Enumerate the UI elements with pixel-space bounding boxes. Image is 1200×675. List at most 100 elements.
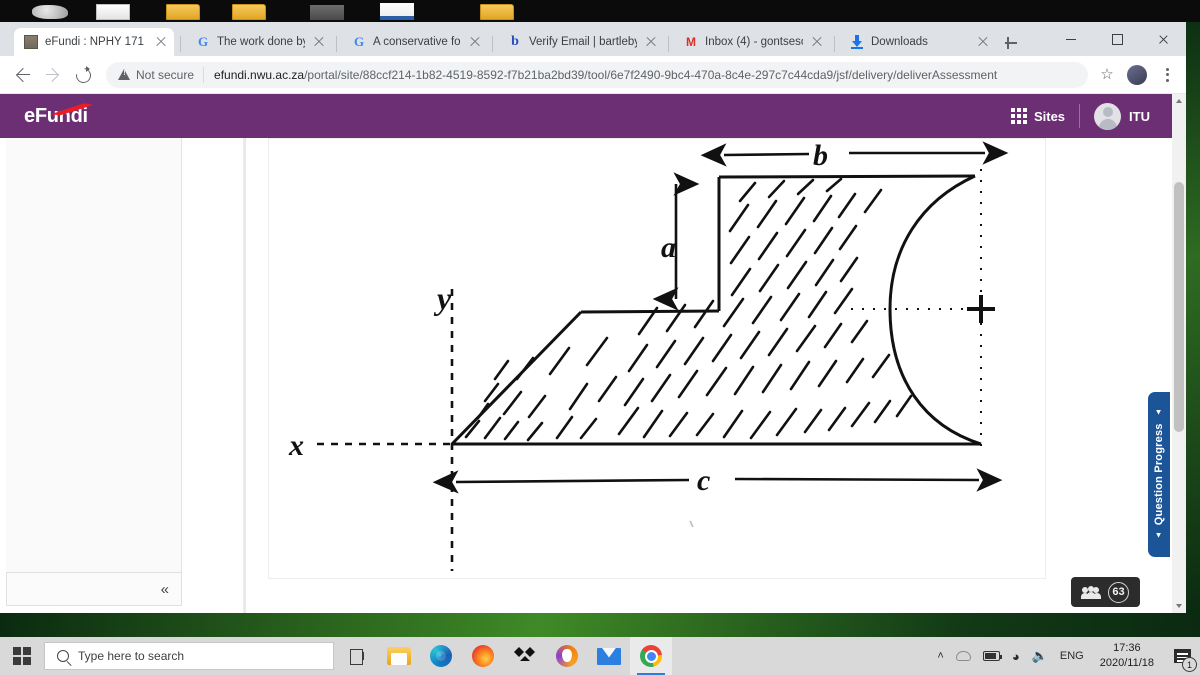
firefox-icon[interactable]: [462, 637, 504, 675]
close-window-button[interactable]: [1140, 22, 1186, 56]
task-view-icon[interactable]: [334, 637, 378, 675]
browser-tab-downloads[interactable]: Downloads: [840, 28, 996, 56]
sites-button[interactable]: Sites: [997, 108, 1079, 124]
bartleby-favicon: b: [511, 34, 519, 49]
onedrive-icon[interactable]: [950, 637, 977, 675]
star-glyph: ☆: [1100, 65, 1114, 83]
header-right-group: Sites ITU: [997, 102, 1160, 130]
cross-section-diagram: x y a b c: [288, 139, 1009, 571]
browser-tab-efundi[interactable]: eFundi : NPHY 171 39-: [14, 28, 174, 56]
notification-center-icon[interactable]: 1: [1164, 637, 1200, 675]
dimension-b-arrow-left: [700, 143, 810, 167]
reload-icon[interactable]: [68, 60, 98, 90]
assessment-question-figure: x y a b c: [268, 138, 1046, 579]
taskbar-search-input[interactable]: Type here to search: [44, 642, 334, 670]
not-secure-warning-icon: [118, 68, 131, 81]
close-icon[interactable]: [312, 35, 326, 49]
dropbox-icon[interactable]: [504, 637, 546, 675]
search-placeholder: Type here to search: [78, 649, 185, 663]
gmail-favicon: M: [686, 35, 696, 49]
page-viewport: eFundi Sites ITU « x y a b c ▲ Question …: [0, 94, 1186, 613]
google-favicon: G: [197, 34, 209, 49]
bookmark-star-icon[interactable]: ☆: [1094, 62, 1120, 88]
desktop-icon-grey-file[interactable]: [310, 5, 344, 20]
chrome-browser-window: eFundi : NPHY 171 39- G The work done by…: [0, 22, 1186, 613]
volume-icon[interactable]: 🔈: [1026, 637, 1054, 675]
page-scrollbar[interactable]: [1172, 94, 1186, 613]
stray-pencil-mark: [689, 520, 694, 528]
efundi-logo[interactable]: eFundi: [24, 105, 88, 128]
presence-count-badge: 63: [1108, 581, 1129, 603]
dimension-c-label: c: [697, 464, 710, 497]
scroll-down-arrow-icon[interactable]: [1172, 599, 1186, 613]
battery-icon[interactable]: [977, 637, 1006, 675]
avatar: [1094, 102, 1122, 130]
desktop-icon-archive-folder[interactable]: [232, 4, 266, 20]
site-tool-sidebar: [6, 138, 182, 580]
browser-tab-work-done[interactable]: G The work done by a co: [186, 28, 332, 56]
desktop-icon-folder-2[interactable]: [480, 4, 514, 20]
close-icon[interactable]: [976, 35, 990, 49]
tab-label: eFundi : NPHY 171 39-: [45, 36, 147, 48]
clock[interactable]: 17:36 2020/11/18: [1090, 641, 1164, 671]
windows-taskbar: Type here to search ˄ ◕ 🔈 ENG 17:36 2020…: [0, 637, 1200, 675]
tab-divider: [492, 36, 493, 52]
scrollbar-thumb[interactable]: [1174, 182, 1184, 432]
avast-icon[interactable]: [546, 637, 588, 675]
window-controls: [1048, 22, 1186, 56]
minimize-button[interactable]: [1048, 22, 1094, 56]
tab-label: A conservative force p: [373, 36, 461, 48]
chrome-menu-icon[interactable]: [1156, 62, 1178, 88]
close-icon[interactable]: [810, 35, 824, 49]
browser-tab-bartleby[interactable]: b Verify Email | bartleby: [498, 28, 664, 56]
url-domain: efundi.nwu.ac.za: [214, 67, 305, 82]
scroll-up-arrow-icon[interactable]: [1172, 94, 1186, 108]
start-button[interactable]: [0, 637, 44, 675]
windows-logo-icon: [13, 647, 31, 665]
chrome-profile-avatar[interactable]: [1127, 64, 1147, 85]
google-chrome-icon[interactable]: [630, 637, 672, 675]
browser-tab-gmail-inbox[interactable]: M Inbox (4) - gontsesono: [674, 28, 830, 56]
sidebar-collapse-bar[interactable]: «: [6, 572, 182, 606]
tab-divider: [180, 36, 181, 52]
desktop-icon-rock-image[interactable]: [32, 5, 68, 19]
show-hidden-icons-chevron[interactable]: ˄: [931, 637, 949, 675]
dimension-b-label: b: [813, 139, 828, 172]
desktop-icon-document[interactable]: [96, 4, 130, 20]
question-progress-inner: ▲ Question Progress ▲: [1153, 408, 1165, 540]
close-icon[interactable]: [644, 35, 658, 49]
column-separator: [244, 138, 246, 613]
desktop-icon-folder[interactable]: [166, 4, 200, 20]
browser-tab-conservative-force[interactable]: G A conservative force p: [342, 28, 488, 56]
question-progress-label: Question Progress: [1153, 423, 1165, 526]
toolbar-right-actions: ☆: [1094, 62, 1178, 88]
forward-arrow-icon[interactable]: [38, 60, 68, 90]
clock-date: 2020/11/18: [1099, 657, 1154, 669]
tab-label: Downloads: [871, 36, 928, 48]
maximize-button[interactable]: [1094, 22, 1140, 56]
wifi-icon[interactable]: ◕: [1006, 637, 1026, 675]
new-tab-button[interactable]: [1002, 34, 1020, 52]
google-favicon: G: [353, 34, 365, 49]
omnibox-divider: [203, 66, 205, 83]
close-icon[interactable]: [468, 35, 482, 49]
notification-count-badge: 1: [1182, 657, 1197, 672]
tab-label: Verify Email | bartleby: [529, 36, 637, 48]
progress-arrow-bottom-icon: ▲: [1154, 408, 1163, 418]
file-explorer-icon[interactable]: [378, 637, 420, 675]
figure-shelf-top: [580, 309, 720, 314]
site-presence-widget[interactable]: 63: [1071, 577, 1140, 607]
microsoft-edge-icon[interactable]: [420, 637, 462, 675]
language-indicator[interactable]: ENG: [1054, 637, 1090, 675]
user-menu-button[interactable]: ITU: [1080, 102, 1160, 130]
figure-hatching: [464, 177, 913, 442]
tab-divider: [834, 36, 835, 52]
desktop-icon-blue-document[interactable]: [380, 3, 414, 20]
back-arrow-icon[interactable]: [8, 60, 38, 90]
progress-arrow-top-icon: ▲: [1154, 531, 1163, 541]
address-bar[interactable]: Not secure efundi.nwu.ac.za/portal/site/…: [106, 61, 1088, 88]
mail-icon[interactable]: [588, 637, 630, 675]
question-progress-tab[interactable]: ▲ Question Progress ▲: [1148, 392, 1170, 557]
close-icon[interactable]: [154, 35, 168, 49]
dimension-c-arrow-right: [734, 468, 1003, 492]
